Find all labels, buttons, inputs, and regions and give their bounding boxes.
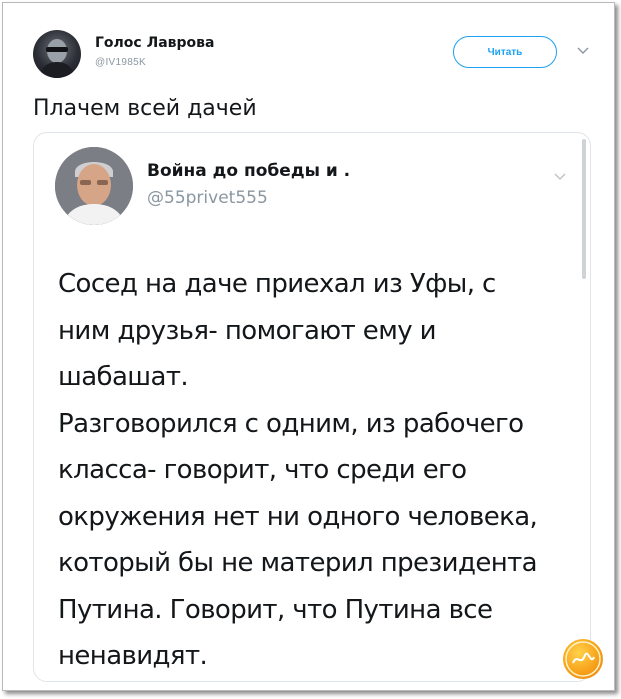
text-line: который бы не материл президента <box>58 548 538 578</box>
quoted-tweet-text: Сосед на даче приехал из Уфы, с ним друз… <box>58 261 578 680</box>
quoted-author-handle[interactable]: @55privet555 <box>147 188 268 208</box>
chevron-down-icon[interactable] <box>575 43 591 59</box>
follow-button[interactable]: Читать <box>453 36 557 68</box>
text-line: шабашат. <box>58 362 189 392</box>
tweet-text: Плачем всей дачей <box>33 96 257 121</box>
author-name[interactable]: Голос Лаврова <box>95 35 214 51</box>
quoted-author-avatar[interactable] <box>55 147 133 225</box>
author-avatar[interactable] <box>33 30 81 78</box>
watermark-logo <box>563 639 603 679</box>
scrollbar[interactable] <box>582 139 586 279</box>
quoted-author-name[interactable]: Война до победы и . <box>147 161 350 181</box>
text-line: Разговорился с одним, из рабочего <box>58 408 524 439</box>
quoted-tweet[interactable]: Война до победы и . @55privet555 Сосед н… <box>33 132 591 682</box>
text-line: Путина. Говорит, что Путина все <box>58 594 493 625</box>
text-line: ним друзья- помогают ему и <box>58 315 437 346</box>
text-line: ненавидят. <box>58 641 208 671</box>
text-line: Сосед на даче приехал из Уфы, с <box>58 269 496 299</box>
text-line: класса- говорит, что среди его <box>58 455 467 485</box>
text-line: окружения нет ни одного человека, <box>58 501 538 532</box>
chevron-down-icon[interactable] <box>552 169 568 185</box>
author-handle[interactable]: @IV1985K <box>95 57 146 68</box>
tweet-card: Голос Лаврова @IV1985K Читать Плачем все… <box>2 2 615 691</box>
